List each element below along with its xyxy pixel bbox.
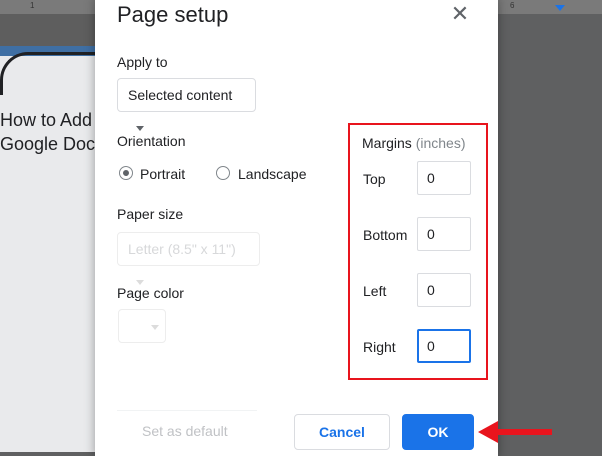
landscape-radio[interactable]	[216, 166, 230, 180]
divider	[117, 410, 257, 411]
margin-top-input[interactable]: 0	[417, 161, 471, 195]
ok-button[interactable]: OK	[402, 414, 474, 450]
apply-to-value: Selected content	[128, 87, 233, 103]
document-page	[0, 46, 95, 452]
document-text-line: How to Add	[0, 110, 93, 130]
paper-size-select[interactable]: Letter (8.5" x 11")	[117, 232, 260, 285]
margins-label: Margins	[362, 135, 412, 151]
portrait-radio[interactable]	[119, 166, 133, 180]
apply-to-select[interactable]: Selected content	[117, 78, 256, 131]
margin-top-label: Top	[363, 171, 386, 187]
chevron-down-icon	[151, 324, 159, 330]
margins-title: Margins (inches)	[362, 135, 465, 151]
page-color-label: Page color	[117, 285, 184, 301]
document-text-line: Google Docs	[0, 134, 105, 154]
margin-bottom-input[interactable]: 0	[417, 217, 471, 251]
orientation-label: Orientation	[117, 133, 186, 149]
chevron-down-icon	[136, 125, 144, 131]
paper-size-label: Paper size	[117, 206, 184, 222]
margin-left-input[interactable]: 0	[417, 273, 471, 307]
apply-to-label: Apply to	[117, 54, 168, 70]
document-text: How to Add Google Docs	[0, 108, 104, 156]
margin-bottom-label: Bottom	[363, 227, 408, 243]
portrait-label[interactable]: Portrait	[140, 166, 185, 182]
ruler-mark: 6	[510, 1, 515, 10]
page-setup-dialog: Page setup ✕ Apply to Selected content O…	[95, 0, 498, 456]
landscape-label[interactable]: Landscape	[238, 166, 307, 182]
dialog-title: Page setup	[117, 2, 229, 27]
page-color-select[interactable]	[118, 309, 166, 343]
margin-left-label: Left	[363, 283, 387, 299]
ruler-mark: 1	[30, 1, 35, 10]
cancel-button[interactable]: Cancel	[294, 414, 390, 450]
margin-right-label: Right	[363, 339, 396, 355]
margins-unit: (inches)	[415, 135, 466, 151]
paper-size-value: Letter (8.5" x 11")	[128, 241, 236, 257]
margin-right-input[interactable]: 0	[417, 329, 471, 363]
set-as-default-button[interactable]: Set as default	[142, 423, 228, 439]
indent-marker-icon[interactable]	[555, 5, 565, 11]
close-icon[interactable]: ✕	[448, 2, 472, 26]
red-arrow-icon	[478, 421, 552, 443]
document-margin-area	[498, 14, 602, 452]
